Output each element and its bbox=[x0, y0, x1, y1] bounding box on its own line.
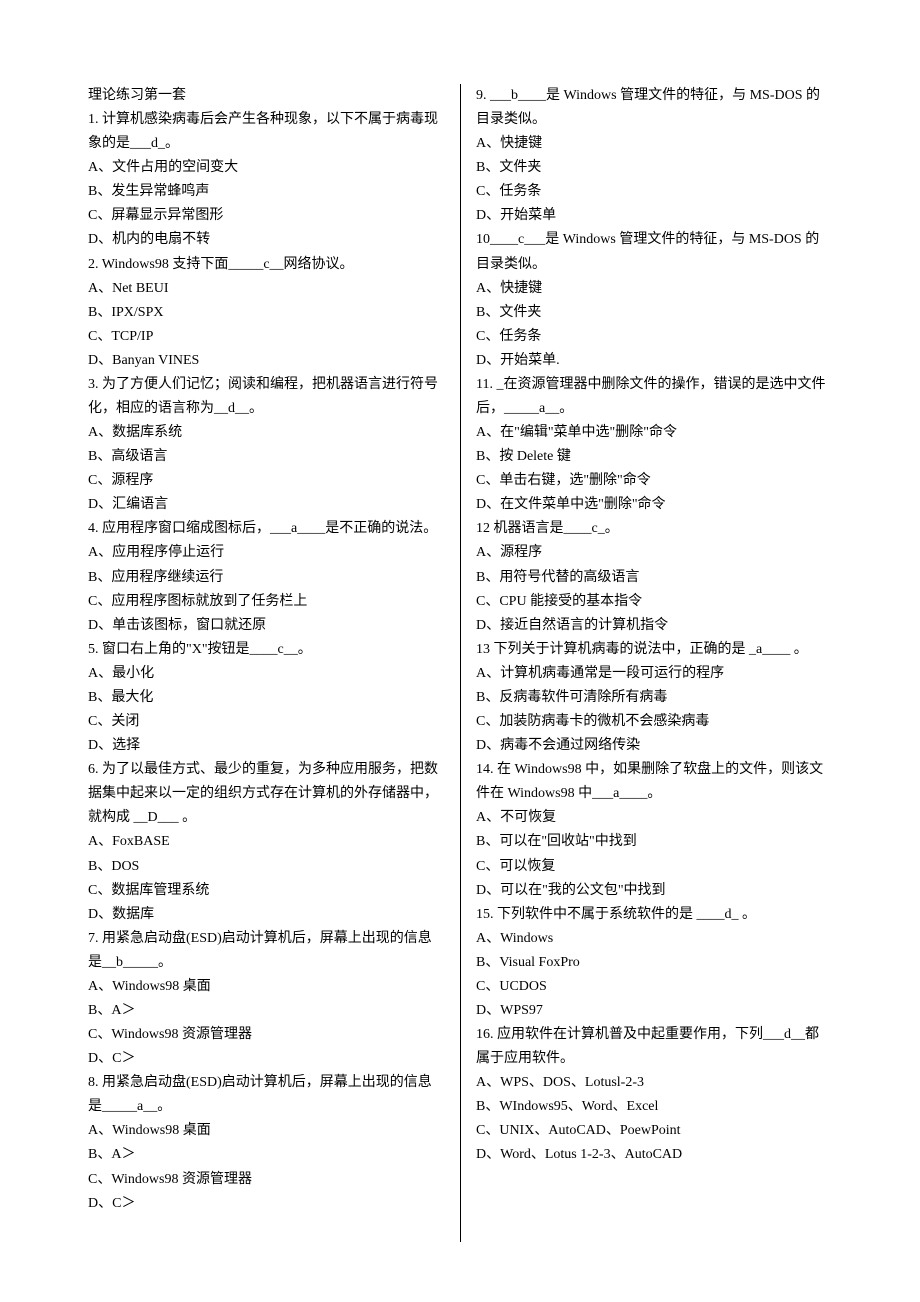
text-line: D、Banyan VINES bbox=[88, 349, 444, 373]
text-line: A、FoxBASE bbox=[88, 830, 444, 854]
text-line: A、文件占用的空间变大 bbox=[88, 156, 444, 180]
text-line: D、汇编语言 bbox=[88, 493, 444, 517]
text-line: C、加装防病毒卡的微机不会感染病毒 bbox=[476, 710, 832, 734]
text-line: C、单击右键，选"删除"命令 bbox=[476, 469, 832, 493]
text-line: A、Windows98 桌面 bbox=[88, 975, 444, 999]
text-line: D、数据库 bbox=[88, 903, 444, 927]
text-line: B、按 Delete 键 bbox=[476, 445, 832, 469]
text-line: C、Windows98 资源管理器 bbox=[88, 1023, 444, 1047]
text-line: 9. ___b____是 Windows 管理文件的特征，与 MS-DOS 的目… bbox=[476, 84, 832, 132]
text-line: B、发生异常蜂鸣声 bbox=[88, 180, 444, 204]
text-line: B、用符号代替的高级语言 bbox=[476, 566, 832, 590]
text-line: C、数据库管理系统 bbox=[88, 879, 444, 903]
text-line: A、WPS、DOS、Lotusl-2-3 bbox=[476, 1071, 832, 1095]
text-line: B、DOS bbox=[88, 855, 444, 879]
text-line: D、机内的电扇不转 bbox=[88, 228, 444, 252]
text-line: D、可以在"我的公文包"中找到 bbox=[476, 879, 832, 903]
text-line: 5. 窗口右上角的"X"按钮是____c__。 bbox=[88, 638, 444, 662]
text-line: A、快捷键 bbox=[476, 277, 832, 301]
text-line: D、在文件菜单中选"删除"命令 bbox=[476, 493, 832, 517]
text-line: A、源程序 bbox=[476, 541, 832, 565]
text-line: B、A＞ bbox=[88, 999, 444, 1023]
text-line: A、Windows98 桌面 bbox=[88, 1119, 444, 1143]
text-line: 6. 为了以最佳方式、最少的重复，为多种应用服务，把数据集中起来以一定的组织方式… bbox=[88, 758, 444, 830]
text-line: 8. 用紧急启动盘(ESD)启动计算机后，屏幕上出现的信息是_____a__。 bbox=[88, 1071, 444, 1119]
text-line: D、接近自然语言的计算机指令 bbox=[476, 614, 832, 638]
text-line: 15. 下列软件中不属于系统软件的是 ____d_ 。 bbox=[476, 903, 832, 927]
text-line: B、WIndows95、Word、Excel bbox=[476, 1095, 832, 1119]
text-line: C、源程序 bbox=[88, 469, 444, 493]
text-line: A、应用程序停止运行 bbox=[88, 541, 444, 565]
text-line: 2. Windows98 支持下面_____c__网络协议。 bbox=[88, 253, 444, 277]
text-line: 1. 计算机感染病毒后会产生各种现象，以下不属于病毒现象的是___d_。 bbox=[88, 108, 444, 156]
text-columns: 理论练习第一套1. 计算机感染病毒后会产生各种现象，以下不属于病毒现象的是___… bbox=[88, 84, 832, 1242]
text-line: A、不可恢复 bbox=[476, 806, 832, 830]
text-line: 16. 应用软件在计算机普及中起重要作用，下列___d__都属于应用软件。 bbox=[476, 1023, 832, 1071]
text-line: C、Windows98 资源管理器 bbox=[88, 1168, 444, 1192]
text-line: 7. 用紧急启动盘(ESD)启动计算机后，屏幕上出现的信息是__b_____。 bbox=[88, 927, 444, 975]
text-line: B、Visual FoxPro bbox=[476, 951, 832, 975]
text-line: C、CPU 能接受的基本指令 bbox=[476, 590, 832, 614]
text-line: 12 机器语言是____c_。 bbox=[476, 517, 832, 541]
text-line: 4. 应用程序窗口缩成图标后，___a____是不正确的说法。 bbox=[88, 517, 444, 541]
text-line: C、UNIX、AutoCAD、PoewPoint bbox=[476, 1119, 832, 1143]
text-line: C、任务条 bbox=[476, 325, 832, 349]
text-line: C、屏幕显示异常图形 bbox=[88, 204, 444, 228]
text-line: A、最小化 bbox=[88, 662, 444, 686]
text-line: B、高级语言 bbox=[88, 445, 444, 469]
text-line: A、Net BEUI bbox=[88, 277, 444, 301]
text-line: A、数据库系统 bbox=[88, 421, 444, 445]
text-line: B、最大化 bbox=[88, 686, 444, 710]
text-line: B、文件夹 bbox=[476, 156, 832, 180]
text-line: C、TCP/IP bbox=[88, 325, 444, 349]
text-line: B、文件夹 bbox=[476, 301, 832, 325]
text-line: D、Word、Lotus 1-2-3、AutoCAD bbox=[476, 1143, 832, 1167]
text-line: 11. _在资源管理器中删除文件的操作，错误的是选中文件后，_____a__。 bbox=[476, 373, 832, 421]
text-line: D、单击该图标，窗口就还原 bbox=[88, 614, 444, 638]
text-line: B、A＞ bbox=[88, 1143, 444, 1167]
document-page: 理论练习第一套1. 计算机感染病毒后会产生各种现象，以下不属于病毒现象的是___… bbox=[0, 0, 920, 1302]
text-line: 理论练习第一套 bbox=[88, 84, 444, 108]
text-line: D、开始菜单 bbox=[476, 204, 832, 228]
text-line: A、Windows bbox=[476, 927, 832, 951]
text-line: 10____c___是 Windows 管理文件的特征，与 MS-DOS 的目录… bbox=[476, 228, 832, 276]
text-line: D、WPS97 bbox=[476, 999, 832, 1023]
text-line: B、应用程序继续运行 bbox=[88, 566, 444, 590]
text-line: B、反病毒软件可清除所有病毒 bbox=[476, 686, 832, 710]
text-line: D、C＞ bbox=[88, 1047, 444, 1071]
text-line: B、可以在"回收站"中找到 bbox=[476, 830, 832, 854]
text-line: D、病毒不会通过网络传染 bbox=[476, 734, 832, 758]
text-line: A、计算机病毒通常是一段可运行的程序 bbox=[476, 662, 832, 686]
text-line: 3. 为了方便人们记忆；阅读和编程，把机器语言进行符号化，相应的语言称为__d_… bbox=[88, 373, 444, 421]
text-line: B、IPX/SPX bbox=[88, 301, 444, 325]
text-line: D、选择 bbox=[88, 734, 444, 758]
text-line: C、关闭 bbox=[88, 710, 444, 734]
text-line: C、可以恢复 bbox=[476, 855, 832, 879]
text-line: A、在"编辑"菜单中选"删除"命令 bbox=[476, 421, 832, 445]
text-line: D、开始菜单. bbox=[476, 349, 832, 373]
text-line: 13 下列关于计算机病毒的说法中，正确的是 _a____ 。 bbox=[476, 638, 832, 662]
text-line: C、任务条 bbox=[476, 180, 832, 204]
text-line: C、UCDOS bbox=[476, 975, 832, 999]
text-line: 14. 在 Windows98 中，如果删除了软盘上的文件，则该文件在 Wind… bbox=[476, 758, 832, 806]
text-line: A、快捷键 bbox=[476, 132, 832, 156]
text-line: D、C＞ bbox=[88, 1192, 444, 1216]
text-line: C、应用程序图标就放到了任务栏上 bbox=[88, 590, 444, 614]
